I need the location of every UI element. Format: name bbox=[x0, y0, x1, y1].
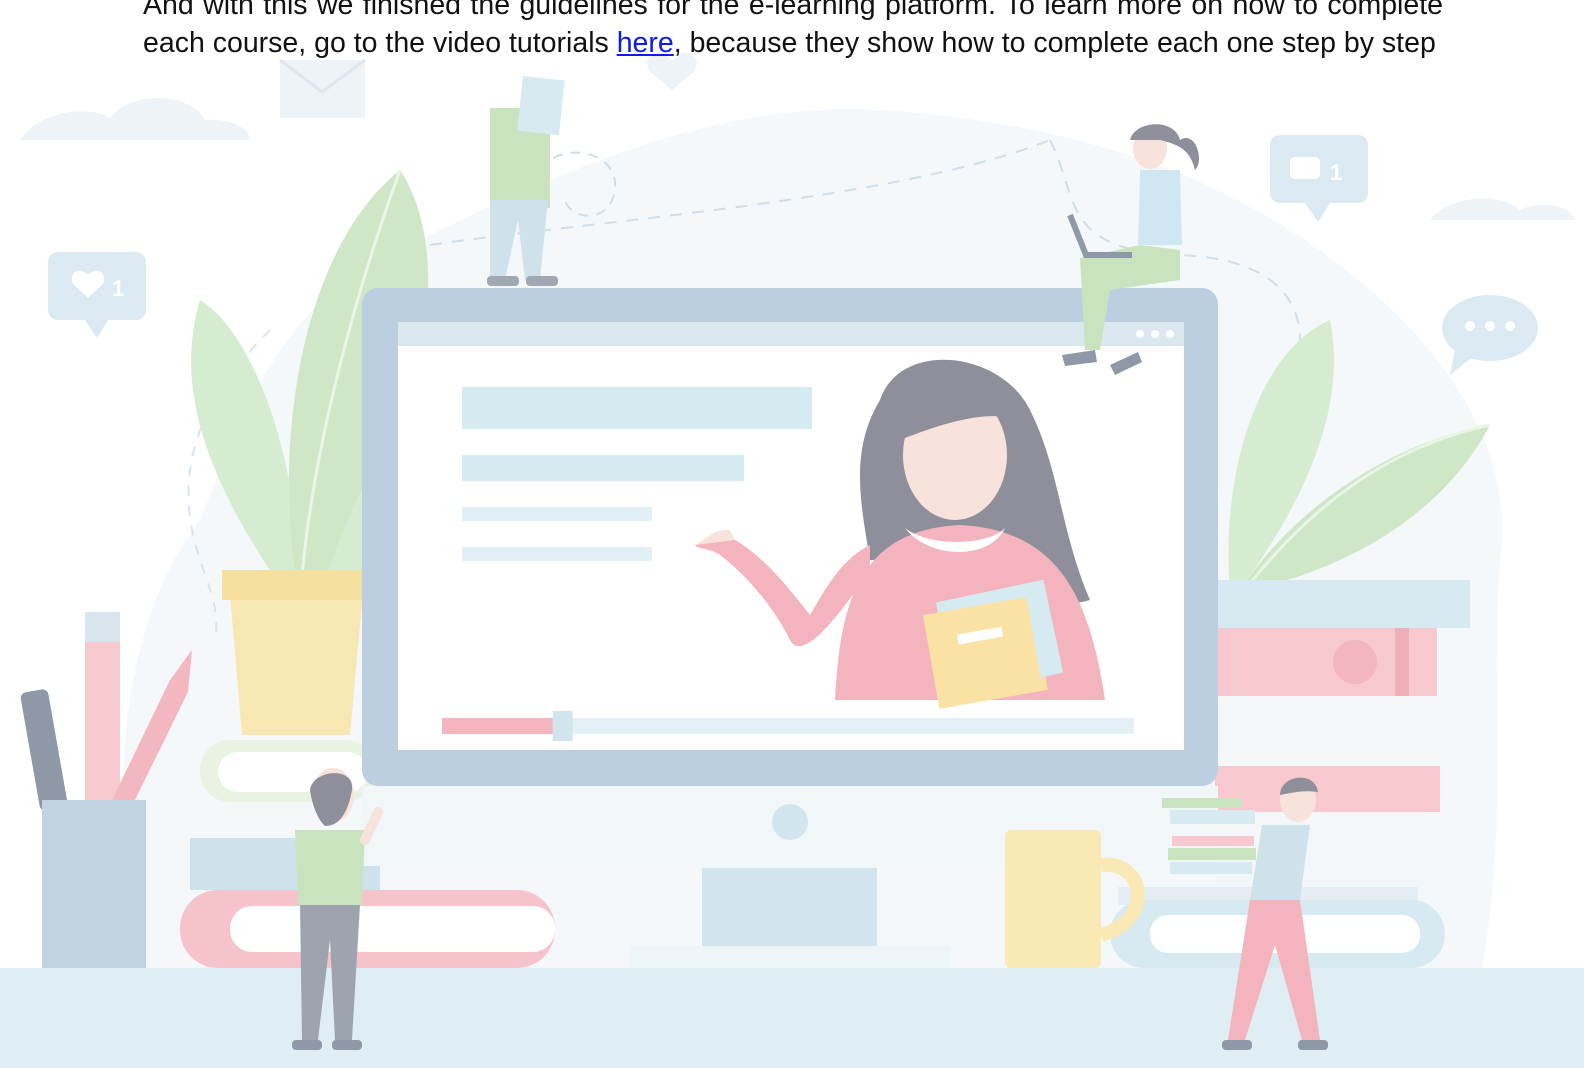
comment-icon bbox=[1290, 157, 1320, 179]
comment-bubble: 1 bbox=[1270, 135, 1368, 222]
like-bubble: 1 bbox=[48, 252, 146, 338]
typing-bubble bbox=[1442, 295, 1538, 375]
floor bbox=[0, 968, 1584, 1068]
monitor-power-button bbox=[772, 804, 808, 840]
envelope-icon bbox=[279, 58, 366, 118]
cloud-right bbox=[1430, 198, 1575, 220]
elearning-illustration: 1 1 bbox=[0, 52, 1584, 1068]
video-tutorials-link[interactable]: here bbox=[617, 27, 674, 59]
comment-count: 1 bbox=[1330, 160, 1342, 185]
paragraph-text-end: , because they show how to complete each… bbox=[673, 27, 1436, 59]
like-count: 1 bbox=[112, 276, 124, 301]
guidelines-paragraph: And with this we finished the guidelines… bbox=[143, 0, 1443, 62]
cloud-left bbox=[20, 97, 250, 140]
